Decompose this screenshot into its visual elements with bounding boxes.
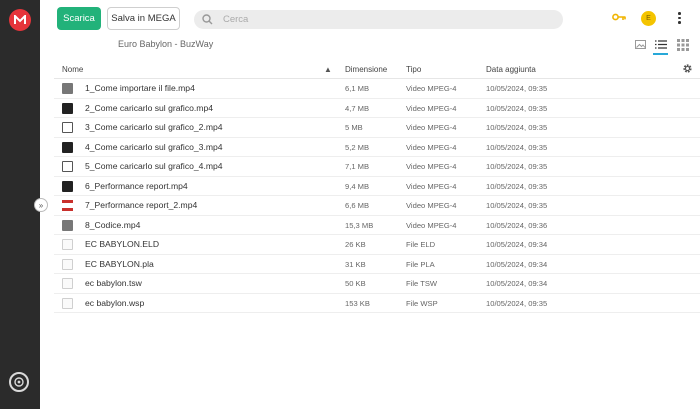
- file-name: EC BABYLON.pla: [85, 258, 154, 269]
- file-type: Video MPEG-4: [406, 103, 457, 113]
- file-type: File PLA: [406, 259, 435, 269]
- file-name: ec babylon.tsw: [85, 278, 142, 288]
- avatar[interactable]: E: [641, 11, 656, 26]
- table-row[interactable]: 7_Performance report_2.mp4 6,6 MB Video MP…: [54, 196, 700, 216]
- table-row[interactable]: 3_Come caricarlo sul grafico_2.mp4 5 MB Vi…: [54, 118, 700, 138]
- file-date: 10/05/2024, 09:34: [486, 279, 548, 288]
- file-size: 4,7 MB: [345, 103, 370, 113]
- column-settings-gear-icon[interactable]: [682, 63, 693, 76]
- video-file-icon: [62, 200, 73, 211]
- file-size: 9,4 MB: [345, 181, 370, 191]
- video-file-icon: [62, 141, 73, 153]
- column-header-date[interactable]: Data aggiunta: [486, 65, 536, 74]
- file-date: 10/05/2024, 09:35: [486, 123, 548, 132]
- table-row[interactable]: 8_Codice.mp4 15,3 MB Video MPEG-4 10/05/202…: [54, 216, 700, 235]
- file-type: Video MPEG-4: [406, 162, 457, 171]
- file-name: 7_Performance report_2.mp4: [85, 200, 198, 210]
- file-type: Video MPEG-4: [406, 123, 457, 132]
- key-icon[interactable]: [612, 12, 626, 22]
- search-placeholder: Cerca: [223, 14, 249, 25]
- file-date: 10/05/2024, 09:35: [486, 162, 548, 171]
- sort-ascending-icon[interactable]: ▲: [324, 65, 332, 74]
- video-file-icon: [62, 219, 73, 231]
- file-name: 3_Come caricarlo sul grafico_2.mp4: [85, 122, 223, 132]
- grid-view-icon[interactable]: [676, 38, 690, 52]
- file-type: Video MPEG-4: [406, 84, 457, 93]
- file-type: File WSP: [406, 298, 438, 308]
- file-rows: 1_Come importare il file.mp4 6,1 MB Video …: [54, 79, 700, 313]
- file-date: 10/05/2024, 09:35: [486, 181, 548, 191]
- sync-icon[interactable]: [9, 372, 29, 392]
- file-size: 31 KB: [345, 259, 366, 269]
- table-header: Nome ▲ Dimensione Tipo Data aggiunta: [54, 60, 700, 79]
- table-row[interactable]: 5_Come caricarlo sul grafico_4.mp4 7,1 MB…: [54, 157, 700, 177]
- generic-file-icon: [62, 239, 73, 250]
- file-type: Video MPEG-4: [406, 142, 457, 152]
- generic-file-icon: [62, 297, 73, 309]
- table-row[interactable]: 6_Performance report.mp4 9,4 MB Video MPEG…: [54, 177, 700, 196]
- file-size: 26 KB: [345, 240, 366, 249]
- file-date: 10/05/2024, 09:35: [486, 142, 548, 152]
- column-header-name[interactable]: Nome: [62, 65, 83, 74]
- table-row[interactable]: 4_Come caricarlo sul grafico_3.mp4 5,2 MB…: [54, 138, 700, 157]
- file-size: 5 MB: [345, 123, 363, 132]
- generic-file-icon: [62, 258, 73, 270]
- file-name: 6_Performance report.mp4: [85, 180, 188, 191]
- file-name: 8_Codice.mp4: [85, 219, 141, 230]
- table-row[interactable]: EC BABYLON.pla 31 KB File PLA 10/05/2024, 0…: [54, 255, 700, 274]
- file-type: Video MPEG-4: [406, 201, 457, 210]
- file-name: 2_Come caricarlo sul grafico.mp4: [85, 102, 214, 113]
- more-menu-icon[interactable]: [678, 12, 681, 24]
- file-type: File ELD: [406, 240, 436, 249]
- thumbnail-view-icon[interactable]: [634, 38, 648, 52]
- column-header-size[interactable]: Dimensione: [345, 65, 387, 74]
- search-icon: [202, 14, 213, 25]
- table-row[interactable]: 2_Come caricarlo sul grafico.mp4 4,7 MB Vi…: [54, 99, 700, 118]
- file-size: 5,2 MB: [345, 142, 370, 152]
- breadcrumb: Euro Babylon - BuzWay: [118, 39, 214, 49]
- file-date: 10/05/2024, 09:34: [486, 240, 548, 249]
- file-name: 1_Come importare il file.mp4: [85, 83, 195, 93]
- video-file-icon: [62, 83, 73, 94]
- table-row[interactable]: EC BABYLON.ELD 26 KB File ELD 10/05/2024, 0…: [54, 235, 700, 255]
- file-date: 10/05/2024, 09:35: [486, 298, 548, 308]
- video-file-icon: [62, 161, 73, 172]
- video-file-icon: [62, 180, 73, 192]
- file-size: 6,1 MB: [345, 84, 370, 93]
- active-view-indicator: [653, 53, 668, 55]
- list-view-icon[interactable]: [654, 38, 668, 52]
- file-name: 4_Come caricarlo sul grafico_3.mp4: [85, 141, 223, 152]
- save-to-mega-button[interactable]: Salva in MEGA: [107, 7, 180, 30]
- table-row[interactable]: ec babylon.wsp 153 KB File WSP 10/05/2024, …: [54, 294, 700, 313]
- file-date: 10/05/2024, 09:35: [486, 103, 548, 113]
- file-name: EC BABYLON.ELD: [85, 239, 160, 249]
- file-date: 10/05/2024, 09:34: [486, 259, 548, 269]
- file-list: Nome ▲ Dimensione Tipo Data aggiunta 1_C…: [54, 60, 700, 313]
- expand-sidebar-icon[interactable]: »: [34, 198, 48, 212]
- file-size: 15,3 MB: [345, 220, 374, 230]
- file-date: 10/05/2024, 09:36: [486, 220, 548, 230]
- video-file-icon: [62, 102, 73, 114]
- generic-file-icon: [62, 278, 73, 289]
- table-row[interactable]: 1_Come importare il file.mp4 6,1 MB Video …: [54, 79, 700, 99]
- file-name: ec babylon.wsp: [85, 297, 145, 308]
- file-size: 50 KB: [345, 279, 366, 288]
- table-row[interactable]: ec babylon.tsw 50 KB File TSW 10/05/2024, 0…: [54, 274, 700, 294]
- file-date: 10/05/2024, 09:35: [486, 84, 548, 93]
- file-type: File TSW: [406, 279, 438, 288]
- file-name: 5_Come caricarlo sul grafico_4.mp4: [85, 161, 223, 171]
- file-size: 6,6 MB: [345, 201, 370, 210]
- topbar: Scarica Salva in MEGA Cerca E: [40, 0, 700, 38]
- column-header-type[interactable]: Tipo: [406, 65, 421, 74]
- file-size: 153 KB: [345, 298, 370, 308]
- file-type: Video MPEG-4: [406, 220, 457, 230]
- file-date: 10/05/2024, 09:35: [486, 201, 548, 210]
- video-file-icon: [62, 122, 73, 133]
- search-input[interactable]: Cerca: [194, 10, 563, 29]
- file-type: Video MPEG-4: [406, 181, 457, 191]
- download-button[interactable]: Scarica: [57, 7, 101, 30]
- mega-logo-icon[interactable]: [9, 9, 31, 31]
- file-size: 7,1 MB: [345, 162, 370, 171]
